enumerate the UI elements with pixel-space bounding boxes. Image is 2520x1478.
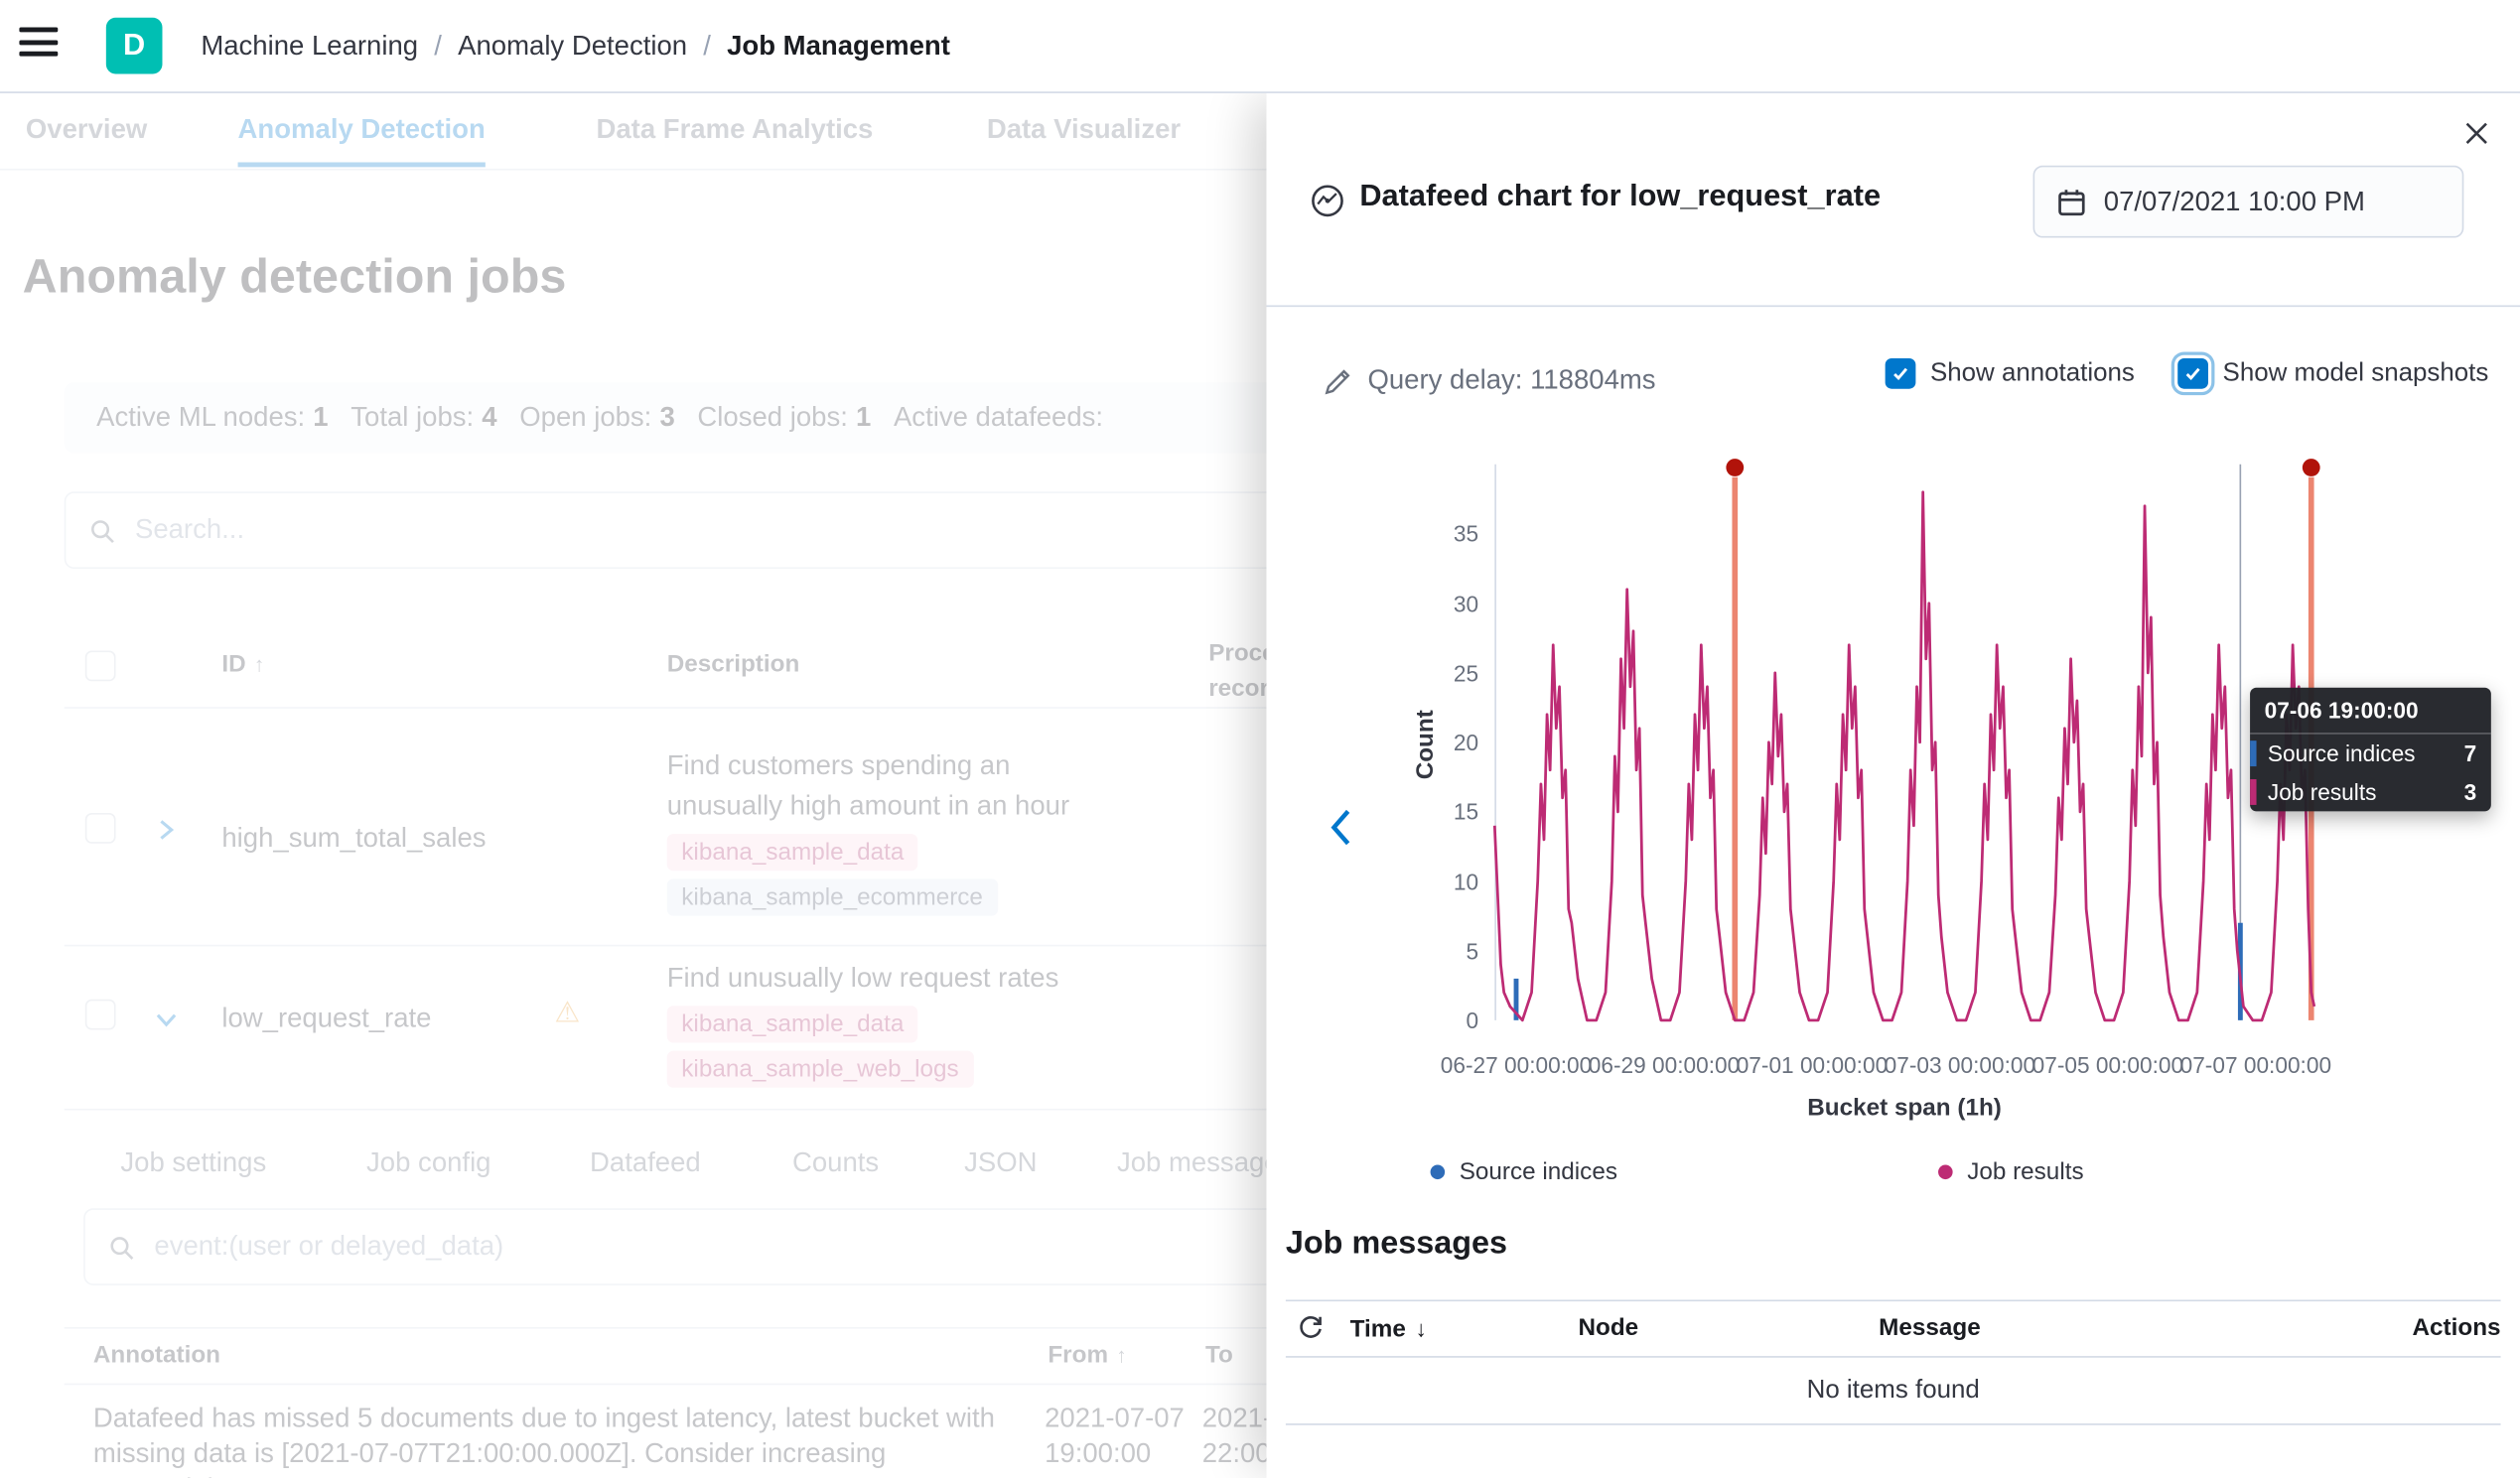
edit-icon[interactable] xyxy=(1325,367,1352,395)
checkbox-checked-icon xyxy=(1886,358,1916,389)
breadcrumb: Machine Learning / Anomaly Detection / J… xyxy=(201,0,950,91)
tooltip-row: Job results 3 xyxy=(2250,773,2491,812)
legend-item-job-results[interactable]: Job results xyxy=(1938,1158,2084,1186)
flyout-title: Datafeed chart for low_request_rate xyxy=(1359,180,1881,215)
top-bar: D Machine Learning / Anomaly Detection /… xyxy=(0,0,2520,93)
legend-dot-source-indices xyxy=(1431,1164,1446,1179)
breadcrumb-job-management: Job Management xyxy=(727,30,950,62)
messages-col-node: Node xyxy=(1578,1301,1638,1356)
tooltip-title: 07-06 19:00:00 xyxy=(2250,688,2491,735)
tooltip-color-source-indices xyxy=(2250,740,2256,766)
chart-tooltip: 07-06 19:00:00 Source indices 7 Job resu… xyxy=(2250,688,2491,812)
menu-icon[interactable] xyxy=(19,28,61,64)
datafeed-chart-flyout: Datafeed chart for low_request_rate 07/0… xyxy=(1266,91,2520,1478)
messages-col-message: Message xyxy=(1879,1301,1981,1356)
messages-col-time[interactable]: Time↓ xyxy=(1350,1301,1427,1358)
query-delay-value: Query delay: 118804ms xyxy=(1367,364,1655,396)
breadcrumb-machine-learning[interactable]: Machine Learning xyxy=(201,30,418,62)
show-annotations-checkbox[interactable]: Show annotations xyxy=(1886,358,2135,389)
logo-letter: D xyxy=(123,28,145,64)
job-messages-heading: Job messages xyxy=(1286,1226,1507,1263)
query-delay: Query delay: 118804ms xyxy=(1325,364,1656,396)
legend-item-source-indices[interactable]: Source indices xyxy=(1431,1158,1617,1186)
close-icon[interactable] xyxy=(2452,111,2501,160)
chevron-left-icon[interactable] xyxy=(1322,805,1363,854)
y-axis-title: Count xyxy=(1412,689,1440,801)
messages-empty-row: No items found xyxy=(1286,1358,2501,1425)
show-model-snapshots-checkbox[interactable]: Show model snapshots xyxy=(2177,358,2488,389)
tooltip-row: Source indices 7 xyxy=(2250,735,2491,773)
messages-col-actions: Actions xyxy=(2413,1301,2501,1356)
divider xyxy=(1266,306,2520,308)
breadcrumb-separator: / xyxy=(418,30,458,62)
datafeed-chart-icon xyxy=(1309,182,1347,220)
x-axis-title: Bucket span (1h) xyxy=(1494,1094,2313,1122)
messages-table-header: Time↓ Node Message Actions xyxy=(1286,1299,2501,1357)
refresh-icon[interactable] xyxy=(1292,1312,1328,1348)
datafeed-chart-plot[interactable] xyxy=(1494,465,2313,1020)
show-annotations-label: Show annotations xyxy=(1930,359,2135,388)
checkbox-checked-icon xyxy=(2177,358,2208,389)
sort-descending-icon: ↓ xyxy=(1416,1316,1427,1342)
calendar-icon xyxy=(2057,188,2086,216)
date-picker[interactable]: 07/07/2021 10:00 PM xyxy=(2033,166,2464,238)
date-picker-value: 07/07/2021 10:00 PM xyxy=(2104,186,2365,217)
show-model-snapshots-label: Show model snapshots xyxy=(2223,359,2489,388)
breadcrumb-separator: / xyxy=(687,30,727,62)
app-root: D Machine Learning / Anomaly Detection /… xyxy=(0,0,2520,1478)
tooltip-color-job-results xyxy=(2250,779,2256,805)
legend-dot-job-results xyxy=(1938,1164,1953,1179)
app-logo[interactable]: D xyxy=(106,18,163,74)
breadcrumb-anomaly-detection[interactable]: Anomaly Detection xyxy=(458,30,687,62)
